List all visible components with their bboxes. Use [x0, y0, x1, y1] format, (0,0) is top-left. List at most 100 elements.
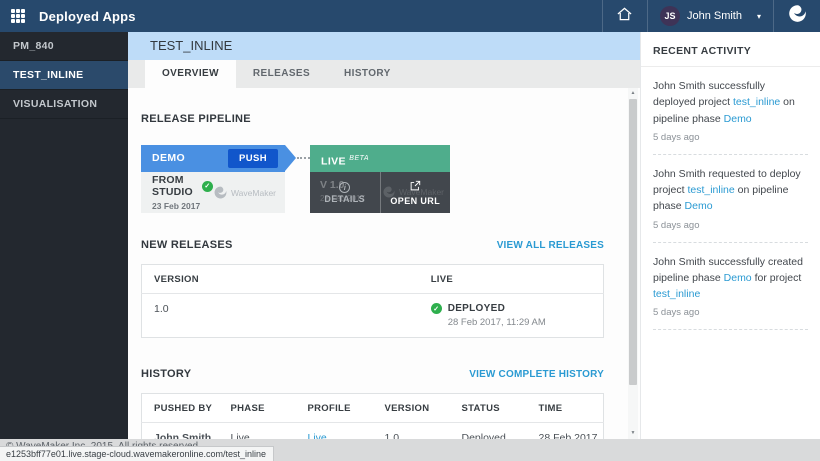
activity-project-link[interactable]: test_inline	[653, 288, 700, 300]
overview-content: RELEASE PIPELINE DEMO PUSH FROM STUDIO ✓…	[128, 88, 640, 439]
success-check-icon: ✓	[431, 303, 442, 314]
history-heading: HISTORY	[141, 368, 191, 380]
history-head: HISTORY VIEW COMPLETE HISTORY	[141, 368, 604, 380]
activity-time: 5 days ago	[653, 220, 808, 231]
scroll-up-icon[interactable]: ▲	[631, 88, 636, 99]
activity-separator	[653, 329, 808, 330]
column-time: TIME	[527, 394, 604, 423]
new-releases-table: VERSION LIVE 1.0 ✓ DEPLOYED 28 Feb 2017,…	[141, 264, 604, 338]
activity-text-part: for project	[752, 272, 802, 284]
history-version: 1.0	[373, 423, 450, 440]
demo-card-header: DEMO PUSH	[141, 145, 285, 172]
from-studio-label: FROM STUDIO	[152, 174, 197, 198]
sidebar: PM_840 TEST_INLINE VISUALISATION	[0, 32, 128, 439]
vertical-scrollbar[interactable]: ▲ ▼	[628, 88, 638, 439]
view-complete-history-link[interactable]: VIEW COMPLETE HISTORY	[469, 369, 604, 380]
profile-link[interactable]: Live	[308, 432, 327, 439]
live-phase-card: LIVE BETA V 1.0 28 Feb 2017 WaveMaker	[310, 145, 450, 213]
column-profile: PROFILE	[296, 394, 373, 423]
home-button[interactable]	[603, 0, 647, 32]
new-releases-heading: NEW RELEASES	[141, 239, 233, 251]
wavemaker-watermark-text: WaveMaker	[231, 188, 276, 198]
scroll-down-icon[interactable]: ▼	[631, 428, 636, 439]
activity-phase-link[interactable]: Demo	[724, 272, 752, 284]
demo-phase-card: DEMO PUSH FROM STUDIO ✓ 23 Feb 2017 Wave…	[141, 145, 285, 213]
push-button[interactable]: PUSH	[228, 149, 278, 168]
wavemaker-logo-icon	[787, 3, 808, 29]
column-live: LIVE	[419, 265, 604, 294]
table-header-row: VERSION LIVE	[142, 265, 604, 294]
wavemaker-wave-icon	[213, 185, 228, 200]
beta-badge: BETA	[349, 155, 369, 162]
main-area: TEST_INLINE OVERVIEW RELEASES HISTORY RE…	[128, 32, 640, 439]
scrollbar-thumb[interactable]	[629, 99, 637, 385]
activity-item: John Smith successfully deployed project…	[641, 67, 820, 155]
activity-phase-link[interactable]: Demo	[685, 200, 713, 212]
column-version: VERSION	[142, 265, 419, 294]
history-table: PUSHED BY PHASE PROFILE VERSION STATUS T…	[141, 393, 604, 439]
app-title: Deployed Apps	[39, 9, 136, 24]
live-card-actions: i DETAILS OPEN URL	[310, 172, 450, 213]
status-url-tooltip: e1253bff77e01.live.stage-cloud.wavemaker…	[0, 446, 274, 461]
activity-time: 5 days ago	[653, 132, 808, 143]
history-pushed-by: John Smith	[142, 423, 219, 440]
view-all-releases-link[interactable]: VIEW ALL RELEASES	[497, 240, 604, 251]
table-row: John Smith Live Live 1.0 Deployed 28 Feb…	[142, 423, 604, 440]
activity-project-link[interactable]: test_inline	[687, 184, 734, 196]
page-header: TEST_INLINE	[128, 32, 640, 60]
new-releases-head: NEW RELEASES VIEW ALL RELEASES	[141, 239, 604, 251]
activity-text: John Smith requested to deploy project t…	[653, 166, 808, 215]
history-status: Deployed	[450, 423, 527, 440]
info-icon: i	[339, 182, 350, 193]
details-button[interactable]: i DETAILS	[310, 172, 381, 213]
open-url-button[interactable]: OPEN URL	[381, 172, 451, 213]
tab-history[interactable]: HISTORY	[327, 60, 408, 88]
home-icon	[616, 6, 633, 27]
pipeline-connector	[297, 157, 310, 159]
sidebar-item-test-inline[interactable]: TEST_INLINE	[0, 61, 128, 90]
column-phase: PHASE	[219, 394, 296, 423]
table-row: 1.0 ✓ DEPLOYED 28 Feb 2017, 11:29 AM	[142, 294, 604, 338]
release-pipeline: DEMO PUSH FROM STUDIO ✓ 23 Feb 2017 Wave…	[141, 145, 604, 213]
activity-project-link[interactable]: test_inline	[733, 96, 780, 108]
open-url-icon	[409, 180, 421, 195]
activity-text: John Smith successfully deployed project…	[653, 78, 808, 127]
history-time: 28 Feb 2017,	[527, 423, 604, 440]
live-phase-label: LIVE	[321, 156, 346, 168]
sidebar-item-pm-840[interactable]: PM_840	[0, 32, 128, 61]
release-version-cell: 1.0	[142, 294, 419, 338]
live-card-body: V 1.0 28 Feb 2017 WaveMaker i DETAILS	[310, 172, 450, 213]
activity-item: John Smith successfully created pipeline…	[641, 243, 820, 331]
column-version: VERSION	[373, 394, 450, 423]
column-pushed-by: PUSHED BY	[142, 394, 219, 423]
activity-phase-link[interactable]: Demo	[724, 113, 752, 125]
tab-releases[interactable]: RELEASES	[236, 60, 327, 88]
deployed-time: 28 Feb 2017, 11:29 AM	[448, 317, 546, 328]
chevron-down-icon: ▾	[757, 12, 761, 21]
wavemaker-logo-button[interactable]	[774, 0, 820, 32]
activity-time: 5 days ago	[653, 307, 808, 318]
demo-deploy-date: 23 Feb 2017	[152, 201, 213, 211]
top-bar: Deployed Apps JS John Smith ▾	[0, 0, 820, 32]
sidebar-item-visualisation[interactable]: VISUALISATION	[0, 90, 128, 119]
page-title: TEST_INLINE	[128, 32, 640, 60]
release-status-cell: ✓ DEPLOYED 28 Feb 2017, 11:29 AM	[419, 294, 604, 338]
recent-activity-heading: RECENT ACTIVITY	[641, 32, 820, 67]
column-status: STATUS	[450, 394, 527, 423]
release-pipeline-heading: RELEASE PIPELINE	[141, 113, 604, 125]
table-header-row: PUSHED BY PHASE PROFILE VERSION STATUS T…	[142, 394, 604, 423]
tab-bar: OVERVIEW RELEASES HISTORY	[128, 60, 640, 88]
user-menu[interactable]: JS John Smith ▾	[648, 0, 773, 32]
activity-text: John Smith successfully created pipeline…	[653, 254, 808, 303]
deployed-status: DEPLOYED	[448, 303, 546, 314]
tab-overview[interactable]: OVERVIEW	[145, 60, 236, 88]
apps-grid-icon[interactable]	[11, 9, 25, 23]
avatar: JS	[660, 6, 680, 26]
history-profile: Live	[296, 423, 373, 440]
demo-source-block: FROM STUDIO ✓ 23 Feb 2017	[152, 174, 213, 211]
user-name: John Smith	[687, 10, 742, 22]
live-card-header: LIVE BETA	[310, 145, 450, 172]
success-check-icon: ✓	[202, 181, 213, 192]
activity-item: John Smith requested to deploy project t…	[641, 155, 820, 243]
demo-card-body: FROM STUDIO ✓ 23 Feb 2017 WaveMaker	[141, 172, 285, 213]
